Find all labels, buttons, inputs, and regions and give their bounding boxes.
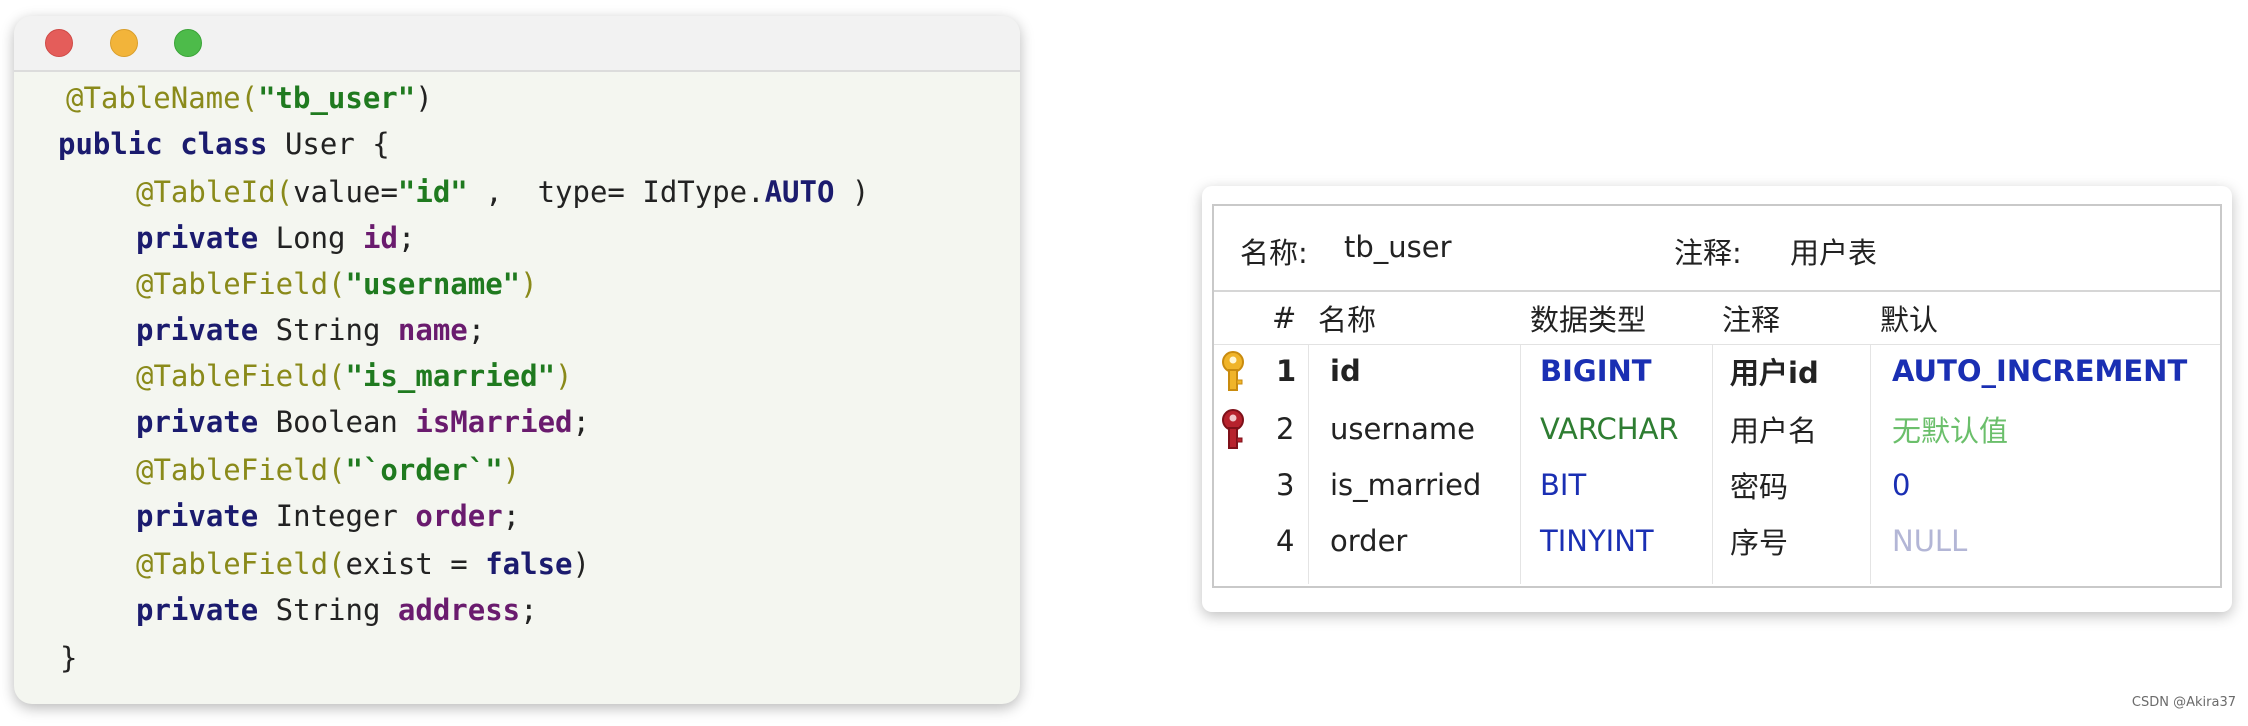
column-comment: 序号 xyxy=(1730,526,1789,560)
code-line: private String address; xyxy=(136,593,538,627)
primary-key-icon xyxy=(1222,351,1244,391)
row-number: 2 xyxy=(1276,412,1295,446)
code-line: @TableField(exist = false) xyxy=(136,547,590,581)
table-row[interactable]: 1 id BIGINT 用户id AUTO_INCREMENT xyxy=(1214,344,2220,398)
table-structure-window: 名称: tb_user 注释: 用户表 # 名称 数据类型 注释 默认 1 id… xyxy=(1202,186,2232,612)
window-titlebar xyxy=(14,16,1020,72)
column-default: 0 xyxy=(1892,468,1911,502)
code-line: @TableField("username") xyxy=(136,267,538,301)
table-row[interactable]: 4 order TINYINT 序号 NULL xyxy=(1214,514,2220,568)
code-line: @TableId(value="id" , type= IdType.AUTO … xyxy=(136,175,870,209)
row-number: 1 xyxy=(1276,354,1297,388)
code-line: @TableName("tb_user") xyxy=(66,81,433,115)
code-editor: @TableName("tb_user") public class User … xyxy=(14,70,1020,704)
column-name: id xyxy=(1330,354,1361,388)
column-comment: 用户id xyxy=(1730,356,1819,390)
column-comment: 密码 xyxy=(1730,470,1789,504)
maximize-window-button[interactable] xyxy=(174,29,202,57)
table-row[interactable]: 3 is_married BIT 密码 0 xyxy=(1214,458,2220,512)
watermark: CSDN @Akira37 xyxy=(2131,695,2236,710)
close-window-button[interactable] xyxy=(45,29,73,57)
table-row[interactable]: 2 username VARCHAR 用户名 无默认值 xyxy=(1214,402,2220,456)
table-structure-panel: 名称: tb_user 注释: 用户表 # 名称 数据类型 注释 默认 1 id… xyxy=(1212,204,2222,588)
table-comment-value: 用户表 xyxy=(1790,236,1878,270)
code-line: private Integer order; xyxy=(136,499,521,533)
unique-key-icon xyxy=(1222,409,1244,449)
code-line: private Boolean isMarried; xyxy=(136,405,590,439)
minimize-window-button[interactable] xyxy=(110,29,138,57)
header-name[interactable]: 名称 xyxy=(1308,292,1520,344)
table-comment-label: 注释: xyxy=(1674,236,1742,270)
table-info-bar: 名称: tb_user 注释: 用户表 xyxy=(1214,206,2220,292)
column-type: TINYINT xyxy=(1540,524,1654,558)
column-type: BIT xyxy=(1540,468,1587,502)
column-type: VARCHAR xyxy=(1540,412,1679,446)
code-line: public class User { xyxy=(58,127,390,161)
column-type: BIGINT xyxy=(1540,354,1652,388)
header-default[interactable]: 默认 xyxy=(1870,292,2210,344)
header-comment[interactable]: 注释 xyxy=(1712,292,1870,344)
code-line: private Long id; xyxy=(136,221,416,255)
column-name: is_married xyxy=(1330,468,1482,502)
header-data-type[interactable]: 数据类型 xyxy=(1520,292,1712,344)
column-default: NULL xyxy=(1892,524,1968,558)
table-name-label: 名称: xyxy=(1240,236,1308,270)
row-number: 4 xyxy=(1276,524,1295,558)
column-name: username xyxy=(1330,412,1475,446)
code-line: @TableField("`order`") xyxy=(136,453,521,487)
code-line: } xyxy=(60,641,78,675)
column-default: AUTO_INCREMENT xyxy=(1892,354,2188,388)
code-line: @TableField("is_married") xyxy=(136,359,573,393)
column-comment: 用户名 xyxy=(1730,414,1818,448)
grid-header-row: # 名称 数据类型 注释 默认 xyxy=(1214,292,2220,345)
row-number: 3 xyxy=(1276,468,1295,502)
column-default: 无默认值 xyxy=(1892,414,2009,448)
header-number[interactable]: # xyxy=(1266,292,1308,344)
code-window: @TableName("tb_user") public class User … xyxy=(14,16,1020,704)
code-line: private String name; xyxy=(136,313,486,347)
column-name: order xyxy=(1330,524,1408,558)
table-name-value: tb_user xyxy=(1344,230,1452,264)
